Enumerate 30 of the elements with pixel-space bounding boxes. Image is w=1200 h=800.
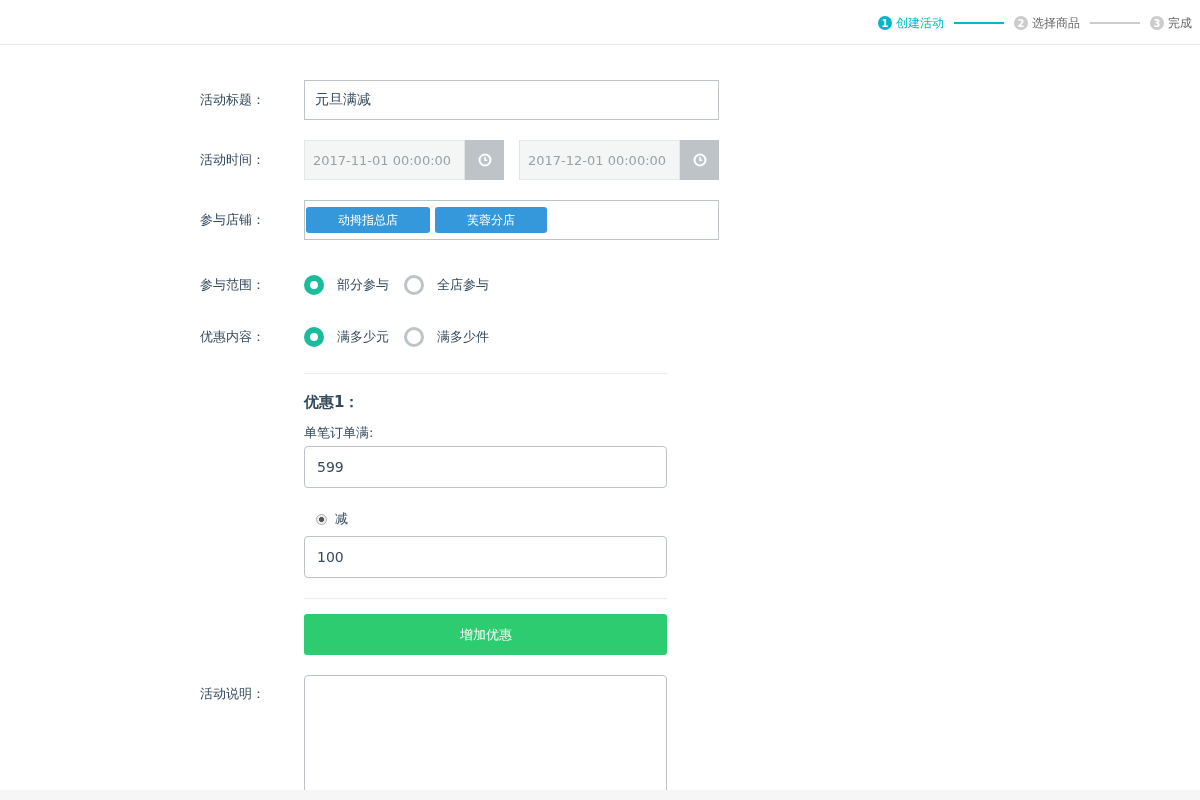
step-connector: [954, 22, 1004, 24]
amount-input[interactable]: 599: [304, 446, 667, 488]
radio-button[interactable]: [404, 327, 424, 347]
field-label: 活动时间：: [200, 151, 266, 169]
title-input[interactable]: 元旦满减: [304, 80, 719, 120]
field-label: 单笔订单满:: [304, 424, 375, 442]
radio-label[interactable]: 满多少元: [337, 328, 389, 346]
field-label: 活动说明：: [200, 685, 266, 703]
radio-button[interactable]: [304, 327, 324, 347]
radio-label[interactable]: 全店参与: [437, 276, 489, 294]
step-connector: [1090, 22, 1140, 24]
field-label: 优惠内容：: [200, 328, 266, 346]
clock-icon: [477, 153, 492, 167]
radio-label[interactable]: 减: [335, 510, 348, 528]
discount-title: 优惠1：: [304, 393, 361, 412]
radio-button[interactable]: [304, 275, 324, 295]
step-label[interactable]: 选择商品: [1032, 14, 1080, 32]
amount-input[interactable]: 100: [304, 536, 667, 578]
field-label: 参与范围：: [200, 276, 266, 294]
clock-button[interactable]: [680, 140, 719, 180]
radio-button[interactable]: [404, 275, 424, 295]
clock-icon: [692, 153, 707, 167]
step-number: 1: [878, 16, 892, 30]
radio-label[interactable]: 满多少件: [437, 328, 489, 346]
field-label: 活动标题：: [200, 91, 266, 109]
radio-button[interactable]: [316, 513, 327, 525]
clock-button[interactable]: [465, 140, 504, 180]
field-label: 参与店铺：: [200, 211, 266, 229]
step-label[interactable]: 完成: [1168, 14, 1192, 32]
radio-label[interactable]: 部分参与: [337, 276, 389, 294]
